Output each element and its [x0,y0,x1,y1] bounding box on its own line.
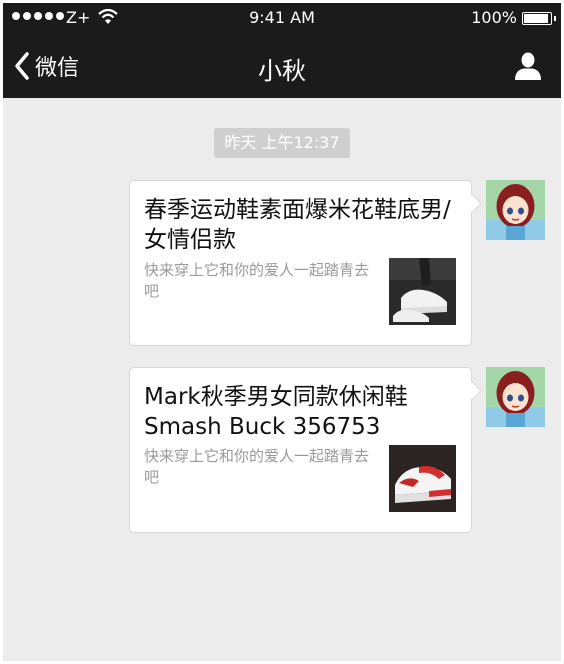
profile-button[interactable] [513,51,543,81]
app-frame: Z+ 9:41 AM 100% 微信 小秋 昨天 上午12:37 春季运动鞋素面… [3,3,561,661]
person-icon [515,52,541,80]
battery-percent: 100% [471,8,517,27]
red-white-sneaker-thumbnail [389,445,456,512]
message-timestamp: 昨天 上午12:37 [214,128,350,158]
message-row: 春季运动鞋素面爆米花鞋底男/女情侣款 快来穿上它和你的爱人一起踏青去吧 [129,180,472,346]
product-share-card[interactable]: 春季运动鞋素面爆米花鞋底男/女情侣款 快来穿上它和你的爱人一起踏青去吧 [129,180,472,346]
sender-avatar[interactable] [486,180,545,240]
sender-avatar[interactable] [486,367,545,427]
status-bar: Z+ 9:41 AM 100% [3,3,561,33]
chat-title: 小秋 [258,57,306,85]
battery-icon [522,12,556,25]
message-row: Mark秋季男女同款休闲鞋Smash Buck 356753 快来穿上它和你的爱… [129,367,472,533]
card-description: 快来穿上它和你的爱人一起踏青去吧 [144,447,370,486]
card-title: Mark秋季男女同款休闲鞋Smash Buck 356753 [144,384,408,440]
product-share-card[interactable]: Mark秋季男女同款休闲鞋Smash Buck 356753 快来穿上它和你的爱… [129,367,472,533]
card-title: 春季运动鞋素面爆米花鞋底男/女情侣款 [144,197,451,253]
white-sneaker-thumbnail [389,258,456,325]
top-bar: Z+ 9:41 AM 100% 微信 小秋 [3,3,561,98]
card-description: 快来穿上它和你的爱人一起踏青去吧 [144,261,370,300]
